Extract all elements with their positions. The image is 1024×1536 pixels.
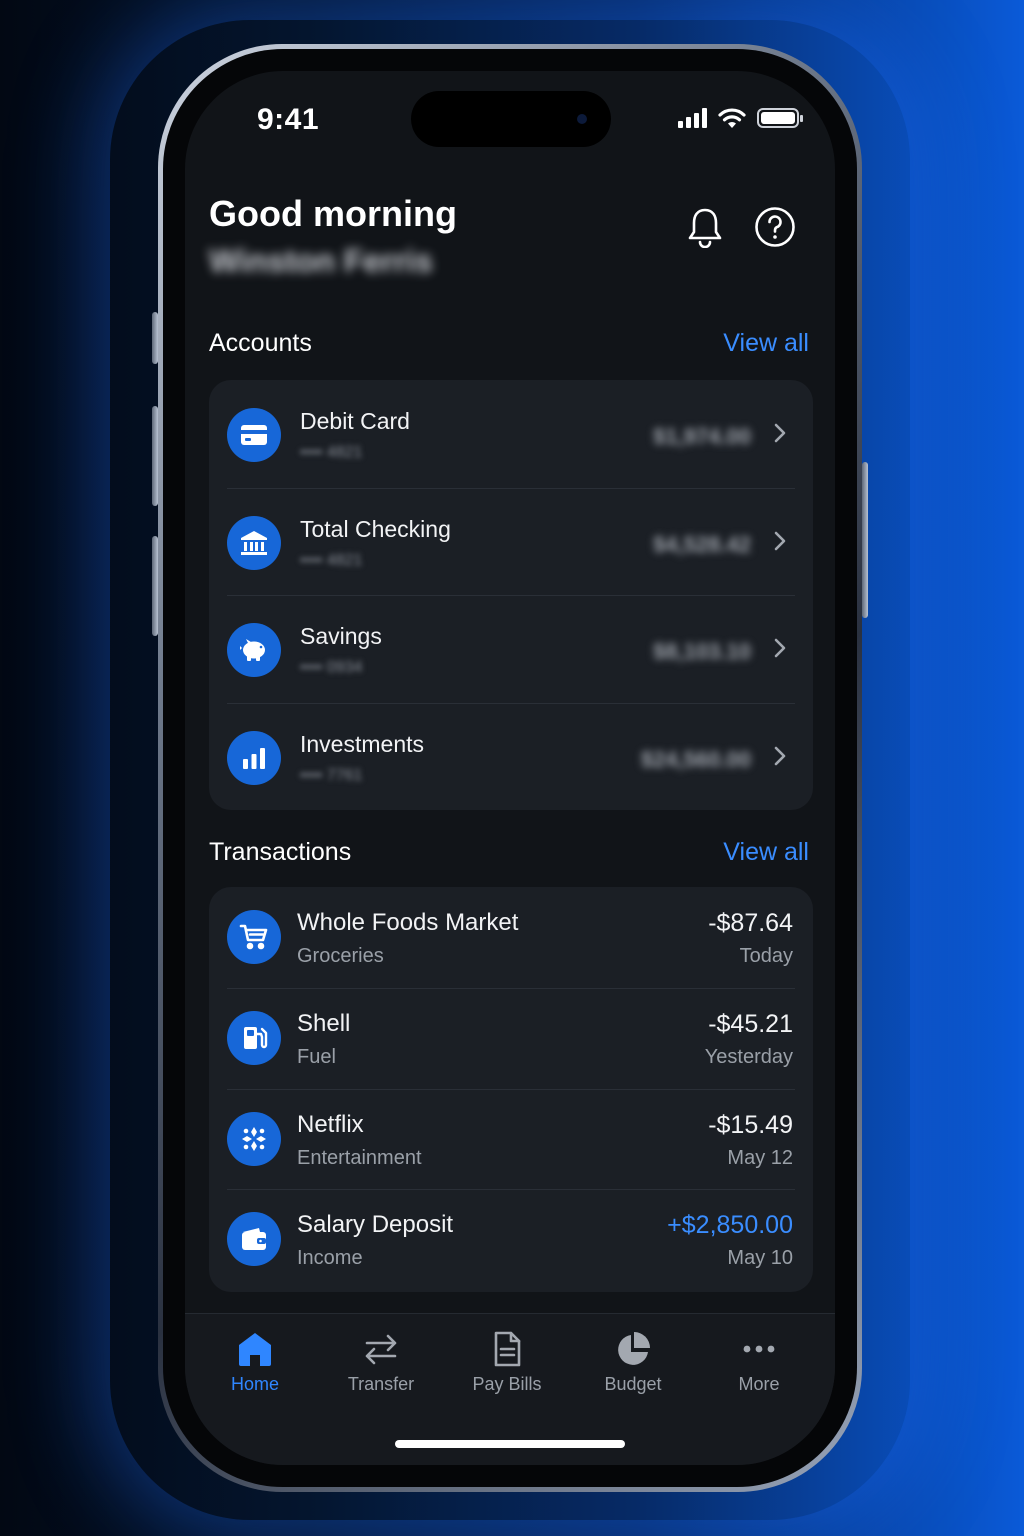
cart-icon	[227, 910, 281, 964]
credit-card-icon	[227, 408, 281, 462]
chevron-right-icon	[774, 423, 786, 443]
account-row-total-checking[interactable]: Total Checking •••• 4821 $4,528.42	[209, 487, 813, 596]
account-row-debit-card[interactable]: Debit Card •••• 4821 $1,974.00	[209, 380, 813, 488]
tab-more[interactable]: More	[704, 1330, 814, 1395]
bottom-tab-bar: Home Transfer Pay Bills Budget More	[185, 1313, 835, 1465]
transaction-amount: +$2,850.00	[667, 1211, 793, 1240]
transaction-amount: -$45.21	[708, 1009, 793, 1038]
bell-icon[interactable]	[683, 205, 727, 249]
chevron-right-icon	[774, 638, 786, 658]
tab-label: Budget	[604, 1374, 662, 1394]
account-name: Investments	[300, 730, 424, 757]
phone-screen: 9:41 Good morning Winston Ferris Account…	[185, 71, 835, 1465]
tab-home[interactable]: Home	[200, 1330, 310, 1395]
tab-label: More	[738, 1374, 780, 1394]
bill-document-icon	[494, 1331, 521, 1367]
transaction-merchant: Netflix	[297, 1110, 364, 1138]
chevron-right-icon	[774, 531, 786, 550]
phone-frame: 9:41 Good morning Winston Ferris Account…	[158, 44, 862, 1492]
home-icon	[239, 1333, 271, 1366]
status-icons	[678, 107, 803, 129]
status-time: 9:41	[257, 103, 320, 136]
account-row-investments[interactable]: Investments •••• 7761 $24,560.00	[209, 702, 813, 811]
transaction-date: May 12	[727, 1146, 793, 1169]
transaction-row[interactable]: Netflix Entertainment -$15.49 May 12	[209, 1088, 813, 1190]
phone-bezel: 9:41 Good morning Winston Ferris Account…	[163, 49, 857, 1487]
transaction-date: Today	[739, 945, 793, 967]
transaction-category: Income	[297, 1247, 363, 1270]
transaction-merchant: Salary Deposit	[297, 1211, 454, 1239]
pie-chart-icon	[618, 1332, 650, 1365]
camera-icon	[577, 114, 587, 124]
tab-label: Transfer	[347, 1374, 415, 1394]
account-number-blurred: •••• 0934	[300, 659, 363, 676]
transaction-category: Groceries	[297, 945, 384, 967]
tab-label: Home	[230, 1374, 279, 1394]
account-balance-blurred: $4,528.42	[653, 531, 751, 557]
battery-icon	[757, 108, 803, 128]
account-name: Debit Card	[300, 408, 410, 434]
account-balance-blurred: $24,560.00	[640, 746, 751, 772]
more-dots-icon	[743, 1345, 775, 1353]
home-indicator[interactable]	[395, 1440, 625, 1448]
greeting-title: Good morning	[209, 193, 457, 234]
transaction-amount: -$87.64	[708, 909, 793, 937]
tab-transfer[interactable]: Transfer	[326, 1330, 436, 1395]
transaction-date: May 10	[727, 1247, 793, 1270]
account-name: Savings	[300, 623, 382, 649]
accounts-view-all-link[interactable]: View all	[723, 329, 809, 358]
account-number-blurred: •••• 4821	[300, 551, 363, 569]
bank-icon	[227, 515, 281, 570]
piggy-bank-icon	[227, 623, 281, 677]
transactions-view-all-link[interactable]: View all	[723, 838, 809, 867]
transaction-category: Fuel	[297, 1045, 336, 1068]
transfer-arrows-icon	[365, 1334, 397, 1365]
film-icon	[227, 1111, 281, 1166]
transaction-row[interactable]: Salary Deposit Income +$2,850.00 May 10	[209, 1189, 813, 1290]
account-number-blurred: •••• 4821	[300, 444, 363, 461]
bar-chart-icon	[227, 730, 281, 785]
tab-pay-bills[interactable]: Pay Bills	[452, 1330, 562, 1395]
tab-budget[interactable]: Budget	[578, 1330, 688, 1395]
account-number-blurred: •••• 7761	[300, 766, 363, 784]
transaction-category: Entertainment	[297, 1146, 422, 1169]
transaction-amount: -$15.49	[708, 1110, 793, 1139]
account-balance-blurred: $1,974.00	[653, 424, 751, 449]
account-row-savings[interactable]: Savings •••• 0934 $8,103.10	[209, 595, 813, 703]
transaction-row[interactable]: Shell Fuel -$45.21 Yesterday	[209, 987, 813, 1089]
fuel-icon	[227, 1010, 281, 1065]
account-name: Total Checking	[300, 515, 451, 542]
transaction-date: Yesterday	[704, 1045, 793, 1068]
power-button	[862, 462, 868, 618]
wallet-icon	[227, 1212, 281, 1267]
transaction-row[interactable]: Whole Foods Market Groceries -$87.64 Tod…	[209, 887, 813, 988]
transactions-card: Whole Foods Market Groceries -$87.64 Tod…	[209, 887, 813, 1292]
transaction-merchant: Whole Foods Market	[297, 909, 519, 936]
tab-label: Pay Bills	[472, 1374, 542, 1394]
transaction-merchant: Shell	[297, 1009, 351, 1037]
account-balance-blurred: $8,103.10	[653, 639, 751, 664]
accounts-section-title: Accounts	[209, 329, 312, 357]
help-circle-icon[interactable]	[753, 205, 797, 249]
chevron-right-icon	[774, 746, 786, 765]
dynamic-island	[411, 91, 611, 147]
user-name-blurred: Winston Ferris	[209, 243, 433, 279]
transactions-section-title: Transactions	[209, 838, 352, 866]
wifi-icon	[718, 108, 746, 128]
cellular-signal-icon	[678, 108, 707, 128]
accounts-card: Debit Card •••• 4821 $1,974.00 Total Che…	[209, 380, 813, 810]
